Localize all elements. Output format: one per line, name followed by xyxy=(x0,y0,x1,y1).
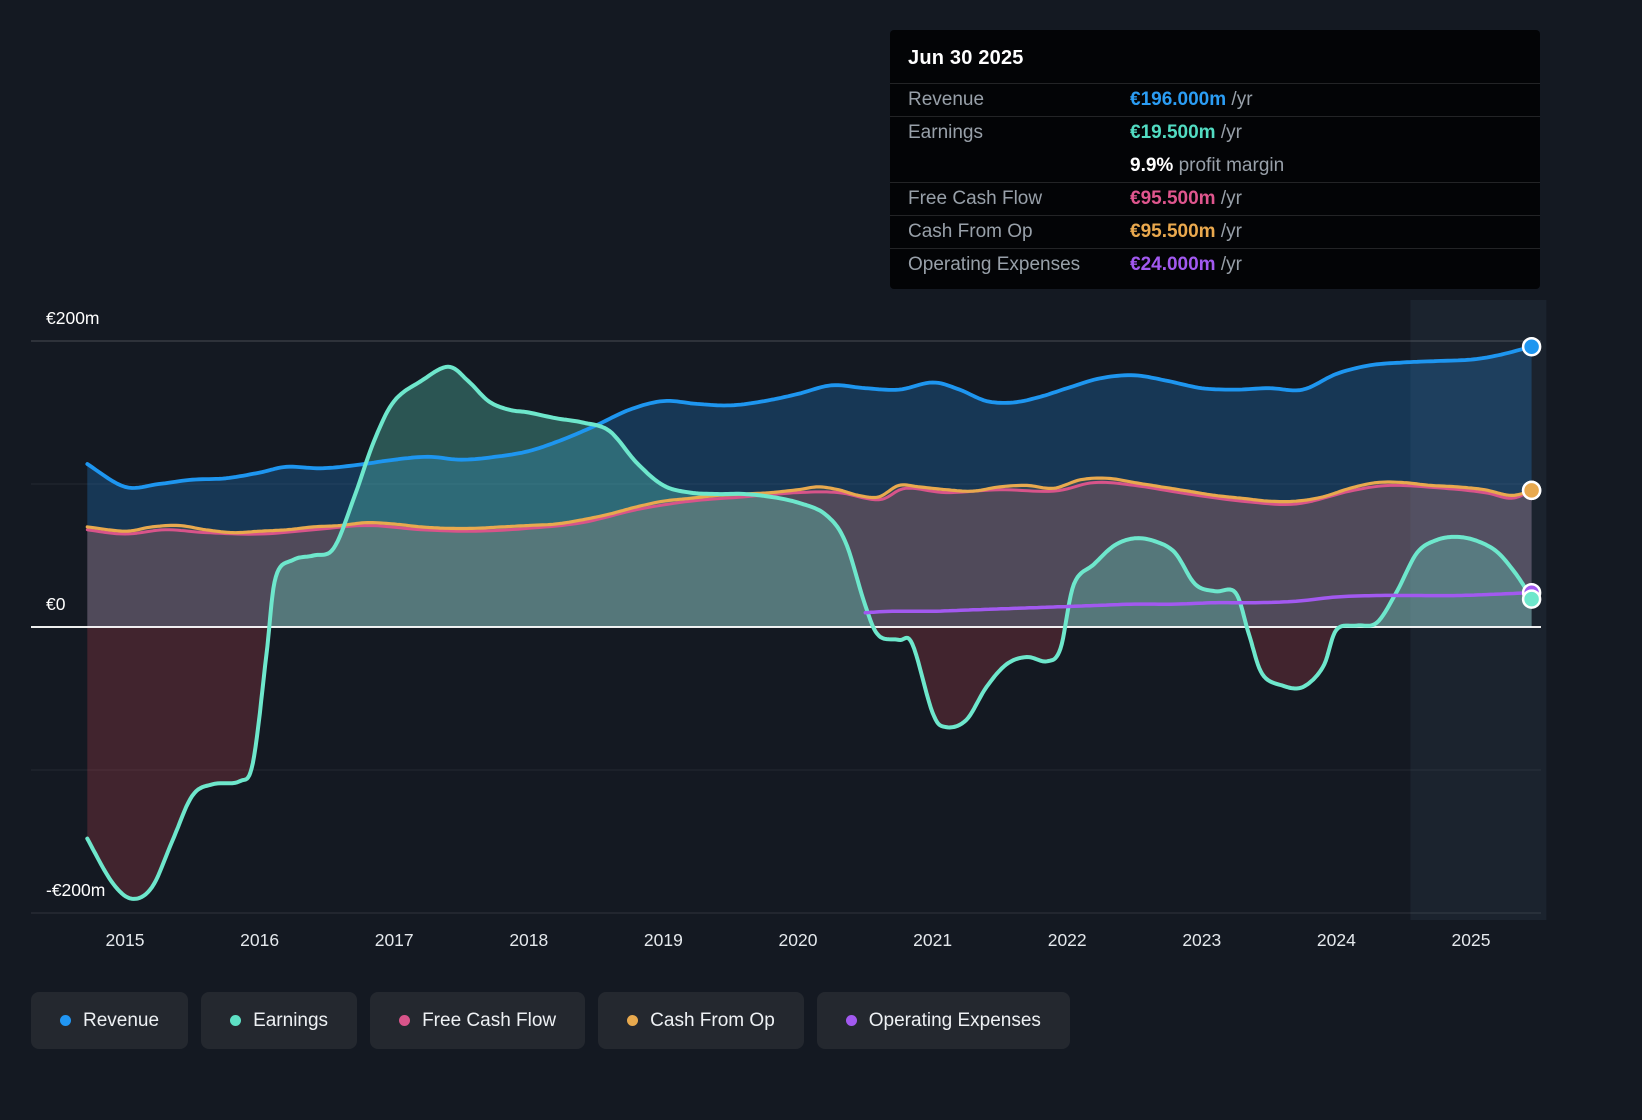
legend-dot-icon xyxy=(230,1015,242,1026)
tooltip-row: Free Cash Flow €95.500m /yr xyxy=(890,182,1540,215)
svg-text:-€200m: -€200m xyxy=(46,880,105,900)
tooltip-row-value: €19.500m /yr xyxy=(1130,122,1242,143)
tooltip-row: Earnings €19.500m /yr xyxy=(890,116,1540,149)
svg-text:2015: 2015 xyxy=(106,930,145,950)
tooltip-row-value: €95.500m /yr xyxy=(1130,221,1242,242)
svg-text:2017: 2017 xyxy=(375,930,414,950)
legend-label: Cash From Op xyxy=(650,1009,775,1031)
svg-text:2023: 2023 xyxy=(1182,930,1221,950)
legend-item-earnings[interactable]: Earnings xyxy=(201,992,358,1049)
legend-item-operating-expenses[interactable]: Operating Expenses xyxy=(816,992,1070,1049)
legend-item-revenue[interactable]: Revenue xyxy=(31,992,189,1049)
svg-text:2022: 2022 xyxy=(1048,930,1087,950)
tooltip-date: Jun 30 2025 xyxy=(908,47,1024,69)
legend-dot-icon xyxy=(60,1015,71,1026)
tooltip-rows: Revenue €196.000m /yr Earnings €19.500m /yr… xyxy=(890,83,1540,281)
legend-dot-icon xyxy=(627,1015,639,1026)
svg-text:2020: 2020 xyxy=(779,930,818,950)
tooltip-row-value: €196.000m /yr xyxy=(1130,89,1253,110)
tooltip-row-value: €24.000m /yr xyxy=(1130,254,1242,275)
tooltip-row-value: 9.9% profit margin xyxy=(1130,154,1285,176)
tooltip-row-label: Free Cash Flow xyxy=(908,188,1043,209)
tooltip-row-value: €95.500m /yr xyxy=(1130,188,1242,209)
tooltip-row: Revenue €196.000m /yr xyxy=(890,83,1540,116)
tooltip-row-label: Cash From Op xyxy=(908,221,1033,242)
tooltip-row-label: Operating Expenses xyxy=(908,254,1081,275)
tooltip-row-label: Earnings xyxy=(908,122,983,143)
tooltip-row: Operating Expenses €24.000m /yr xyxy=(890,248,1540,281)
tooltip-row: Cash From Op €95.500m /yr xyxy=(890,215,1540,248)
svg-text:2021: 2021 xyxy=(913,930,952,950)
svg-text:€0: €0 xyxy=(46,594,66,614)
tooltip-row: 9.9% profit margin xyxy=(890,149,1540,182)
page: €200m €0 -€200m 2015 2016 2017 2018 2019 2020 202… xyxy=(0,0,1642,1120)
svg-text:2018: 2018 xyxy=(509,930,548,950)
tooltip: Jun 30 2025 Revenue €196.000m /yr Earnings… xyxy=(890,30,1540,289)
legend-dot-icon xyxy=(845,1015,857,1026)
svg-text:2016: 2016 xyxy=(240,930,279,950)
svg-text:€200m: €200m xyxy=(46,308,100,328)
legend: Revenue Earnings Free Cash Flow Cash From O… xyxy=(31,992,1070,1049)
svg-text:2024: 2024 xyxy=(1317,930,1356,950)
legend-item-free-cash-flow[interactable]: Free Cash Flow xyxy=(370,992,586,1049)
legend-label: Earnings xyxy=(253,1009,329,1031)
svg-text:2019: 2019 xyxy=(644,930,683,950)
legend-label: Free Cash Flow xyxy=(422,1009,557,1031)
svg-text:2025: 2025 xyxy=(1452,930,1491,950)
tooltip-row-label: Revenue xyxy=(908,89,985,110)
legend-dot-icon xyxy=(399,1015,411,1026)
legend-label: Operating Expenses xyxy=(868,1009,1041,1031)
legend-label: Revenue xyxy=(83,1009,160,1031)
legend-item-cash-from-op[interactable]: Cash From Op xyxy=(598,992,804,1049)
